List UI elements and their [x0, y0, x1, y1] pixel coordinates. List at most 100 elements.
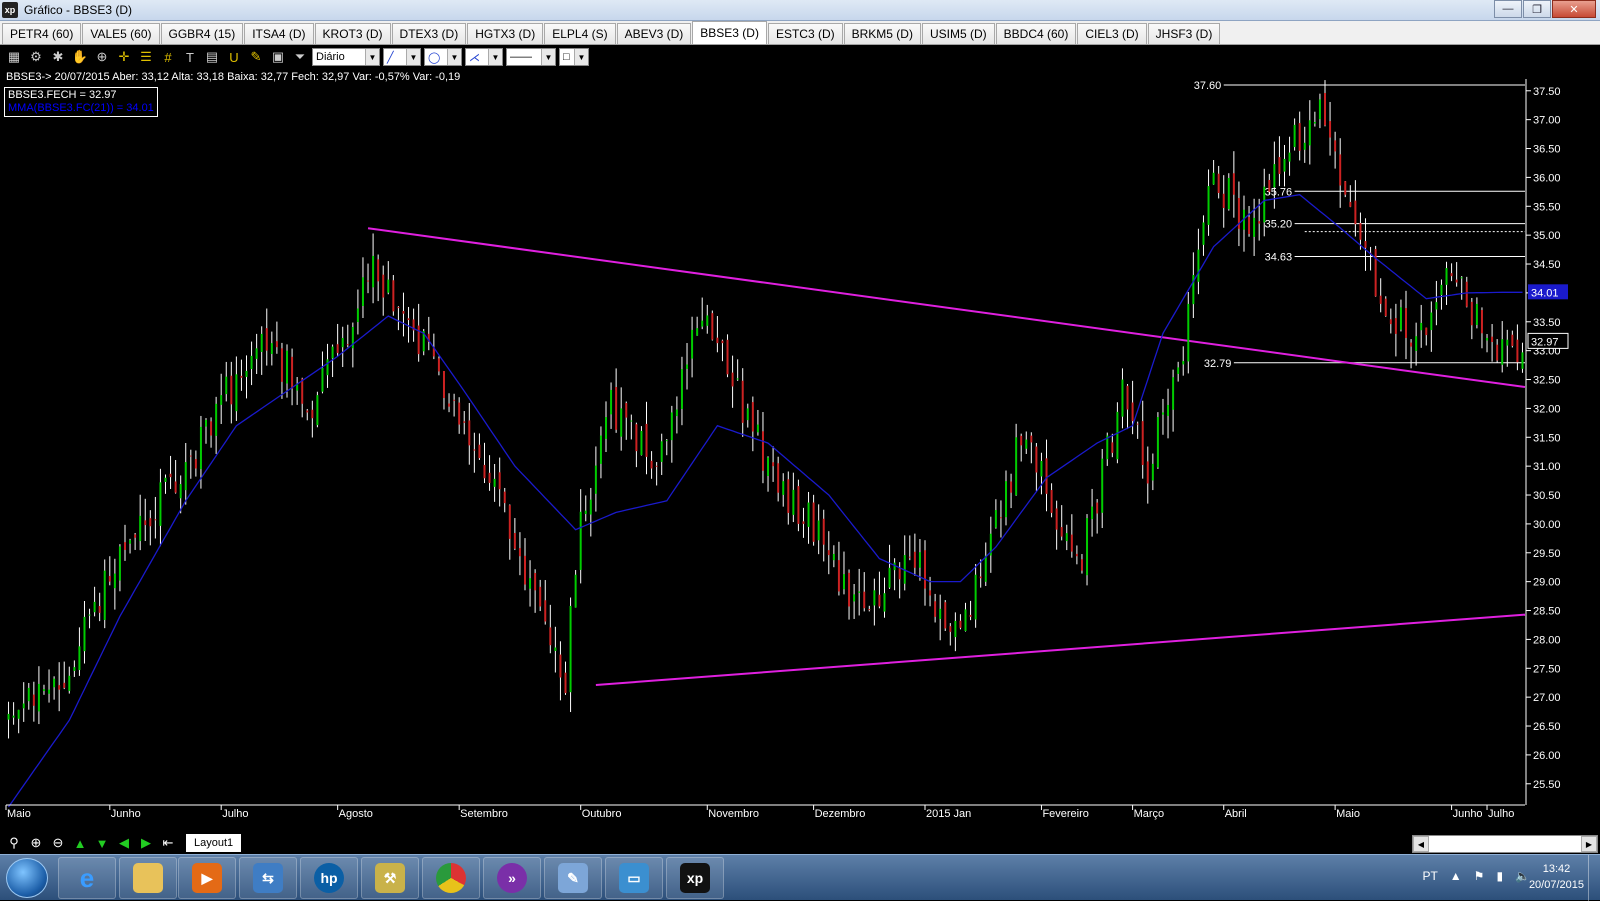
tab-bbdc4[interactable]: BBDC4 (60)	[995, 23, 1077, 44]
tray-expand-icon[interactable]: ▲	[1450, 869, 1462, 883]
candle-down	[1045, 458, 1048, 494]
shape-tool-select[interactable]: ◯ ▼	[424, 48, 462, 66]
arrow-down-icon[interactable]: ▼	[92, 834, 112, 852]
hand-icon[interactable]: ✋	[70, 47, 90, 67]
candle-down	[392, 280, 395, 312]
candle-up	[250, 355, 253, 370]
candle-down	[1334, 140, 1337, 152]
taskbar-network[interactable]: ⇆	[239, 857, 297, 899]
indicator-icon[interactable]: ✱	[48, 47, 68, 67]
taskbar-tool[interactable]: ⚒	[361, 857, 419, 899]
taskbar-explorer[interactable]	[119, 857, 177, 899]
tab-usim5[interactable]: USIM5 (D)	[921, 23, 995, 44]
tab-abev3[interactable]: ABEV3 (D)	[616, 23, 692, 44]
horizontal-scrollbar[interactable]: ◀ ▶	[1412, 835, 1598, 853]
zoom-out-icon[interactable]: ⊖	[48, 834, 68, 852]
filter-icon[interactable]: ⏷	[290, 47, 310, 67]
tab-dtex3[interactable]: DTEX3 (D)	[391, 23, 467, 44]
candle-up	[316, 395, 319, 426]
taskbar-arrow-app[interactable]: »	[483, 857, 541, 899]
zoom-area-icon[interactable]: ⊕	[92, 47, 112, 67]
candle-up	[529, 578, 532, 589]
x-tick-label: Maio	[1336, 808, 1360, 820]
flag-icon[interactable]: ⚑	[1474, 869, 1485, 883]
tab-vale5[interactable]: VALE5 (60)	[82, 23, 160, 44]
start-button[interactable]	[6, 858, 48, 898]
candle-down	[1384, 298, 1387, 316]
restore-button[interactable]: ❐	[1523, 0, 1551, 18]
tab-petr4[interactable]: PETR4 (60)	[2, 23, 82, 44]
candle-down	[1111, 442, 1114, 453]
line-tool-select[interactable]: ╱ ▼	[383, 48, 421, 66]
taskbar-hp[interactable]: hp	[300, 857, 358, 899]
candle-up	[1207, 186, 1210, 225]
color-select[interactable]: □ ▼	[559, 48, 589, 66]
candle-down	[1455, 279, 1458, 283]
magnet-icon[interactable]: U	[224, 47, 244, 67]
tab-hgtx3[interactable]: HGTX3 (D)	[467, 23, 544, 44]
taskbar-ie[interactable]: e	[58, 857, 116, 899]
crosshair-icon[interactable]: ✛	[114, 47, 134, 67]
back-icon[interactable]: ⇤	[158, 834, 178, 852]
taskbar-chrome[interactable]	[422, 857, 480, 899]
zoom-icon[interactable]: ⚲	[4, 834, 24, 852]
clock[interactable]: 13:42 20/07/2015	[1529, 861, 1584, 893]
arrow-up-icon[interactable]: ▲	[70, 834, 90, 852]
candle-down	[908, 556, 911, 558]
template-icon[interactable]: ▣	[268, 47, 288, 67]
fan-tool-select[interactable]: ⋌ ▼	[465, 48, 503, 66]
brush-icon[interactable]: ✎	[246, 47, 266, 67]
fibonacci-icon[interactable]: ☰	[136, 47, 156, 67]
arrow-left-icon[interactable]: ◀	[114, 834, 134, 852]
tab-jhsf3[interactable]: JHSF3 (D)	[1147, 23, 1221, 44]
zoom-in-icon[interactable]: ⊕	[26, 834, 46, 852]
tab-itsa4[interactable]: ITSA4 (D)	[244, 23, 314, 44]
taskbar-photos[interactable]: ▭	[605, 857, 663, 899]
close-button[interactable]: ✕	[1552, 0, 1596, 18]
taskbar-media-player[interactable]: ▶	[178, 857, 236, 899]
period-select[interactable]: Diário ▼	[312, 48, 380, 66]
line-style-select[interactable]: —— ▼	[506, 48, 556, 66]
tab-ciel3[interactable]: CIEL3 (D)	[1077, 23, 1147, 44]
candle-up	[569, 605, 572, 693]
grid-icon[interactable]: ▤	[202, 47, 222, 67]
candle-down	[382, 274, 385, 298]
tab-brkm5[interactable]: BRKM5 (D)	[843, 23, 921, 44]
tab-bbse3[interactable]: BBSE3 (D)	[692, 21, 767, 44]
candle-up	[630, 420, 633, 422]
chart-area[interactable]: 37.60 35.76 35.20 34.63 32.79 25.50 26.00 26.5…	[0, 69, 1600, 832]
tab-krot3[interactable]: KROT3 (D)	[314, 23, 391, 44]
tab-ggbr4[interactable]: GGBR4 (15)	[160, 23, 244, 44]
candle-up	[832, 553, 835, 561]
channel-icon[interactable]: #	[158, 47, 178, 67]
scroll-right-icon[interactable]: ▶	[1581, 836, 1597, 852]
language-indicator[interactable]: PT	[1422, 869, 1437, 883]
x-tick-label: Julho	[1488, 808, 1514, 820]
candle-up	[1430, 312, 1433, 331]
y-tick-label: 27.00	[1533, 692, 1561, 704]
candle-down	[336, 344, 339, 353]
price-chart[interactable]: 37.6035.7635.2034.6332.79 25.5026.0026.5…	[0, 69, 1600, 832]
photo-icon: ▭	[619, 863, 649, 893]
gear-icon[interactable]: ⚙	[26, 47, 46, 67]
taskbar-paint[interactable]: ✎	[544, 857, 602, 899]
signal-icon[interactable]: ▮	[1496, 869, 1503, 883]
arrow-right-icon[interactable]: ▶	[136, 834, 156, 852]
chart-type-icon[interactable]: ▦	[4, 47, 24, 67]
tab-estc3[interactable]: ESTC3 (D)	[767, 23, 843, 44]
text-icon[interactable]: T	[180, 47, 200, 67]
minimize-button[interactable]: —	[1494, 0, 1522, 18]
candle-up	[225, 376, 228, 395]
volume-icon[interactable]: 🔈	[1515, 869, 1530, 883]
window-controls: — ❐ ✕	[1493, 0, 1596, 18]
chart-toolbar: ▦ ⚙ ✱ ✋ ⊕ ✛ ☰ # T ▤ U ✎ ▣ ⏷ Diário ▼ ╱ ▼…	[0, 45, 1600, 69]
taskbar-xp[interactable]: xp	[666, 857, 724, 899]
scroll-left-icon[interactable]: ◀	[1413, 836, 1429, 852]
candle-down	[32, 694, 35, 706]
layout-tab[interactable]: Layout1	[186, 834, 242, 852]
candle-up	[22, 703, 25, 709]
show-desktop-button[interactable]	[1588, 855, 1600, 901]
candle-up	[1005, 481, 1008, 518]
candle-up	[1227, 177, 1230, 210]
tab-elpl4[interactable]: ELPL4 (S)	[544, 23, 616, 44]
